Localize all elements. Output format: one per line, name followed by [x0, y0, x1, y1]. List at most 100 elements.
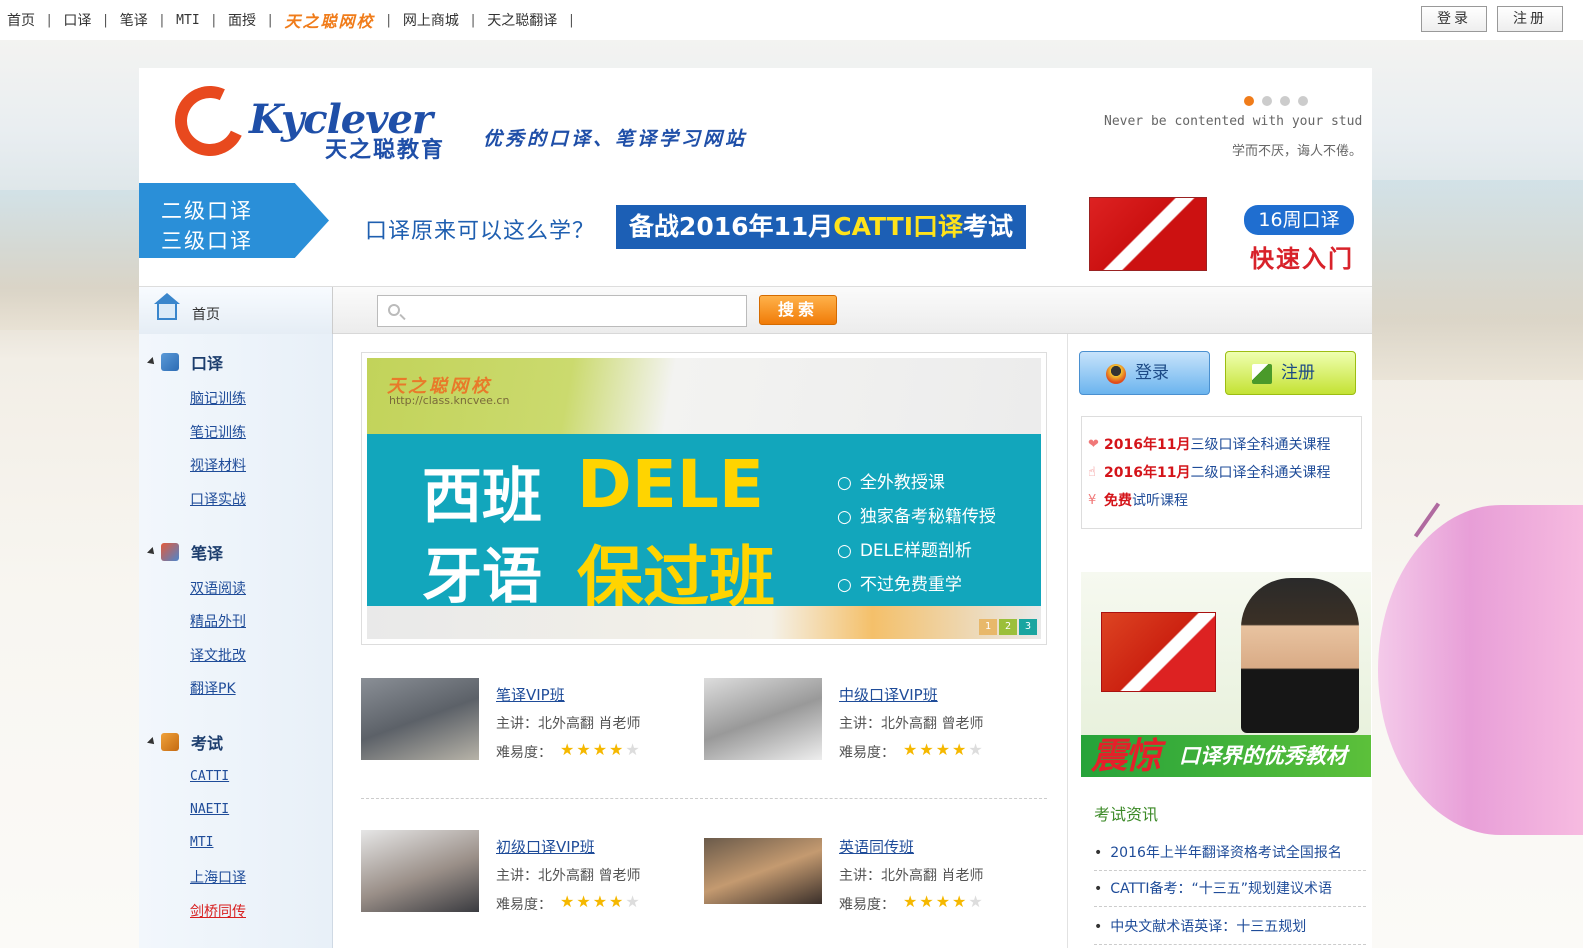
- sidebar-category-translation[interactable]: 笔译: [147, 540, 223, 564]
- slide-point: 独家备考秘籍传授: [837, 502, 996, 527]
- star-icon: ★: [592, 740, 610, 759]
- course-card: 中级口译VIP班 主讲：北外高翻 曾老师 难易度： ★★★★★: [704, 678, 1034, 768]
- course-title[interactable]: 笔译VIP班: [496, 684, 565, 705]
- sidebar-item[interactable]: MTI: [190, 835, 213, 850]
- promo-link[interactable]: ¥ 免费试听课程: [1088, 487, 1361, 515]
- star-icon: ★: [952, 740, 969, 759]
- topnav-home[interactable]: 首页: [7, 10, 35, 30]
- promo-link[interactable]: ❤ 2016年11月三级口译全科通关课程: [1088, 431, 1361, 459]
- topnav-mti[interactable]: MTI: [176, 13, 199, 28]
- difficulty-stars: ★★★★★: [560, 892, 642, 911]
- qq-icon: [1106, 364, 1126, 384]
- topnav-translation-service[interactable]: 天之聪翻译: [487, 10, 557, 30]
- course-thumbnail[interactable]: [361, 830, 479, 912]
- search-input[interactable]: [377, 295, 747, 327]
- carousel-dot[interactable]: [1262, 96, 1272, 106]
- star-empty-icon: ★: [625, 740, 642, 759]
- sidebar-item[interactable]: 译文批改: [190, 645, 246, 665]
- slide-title-spanish-2: 牙语: [422, 542, 542, 612]
- expand-triangle-icon: [147, 547, 157, 557]
- slider-page-button[interactable]: 1: [979, 619, 997, 635]
- separator: |: [569, 12, 574, 28]
- top-login-button[interactable]: 登录: [1421, 6, 1487, 32]
- star-icon: ★: [576, 740, 593, 759]
- sidebar-item[interactable]: 剑桥同传: [190, 901, 246, 921]
- course-difficulty-label: 难易度：: [839, 897, 895, 913]
- topnav-translation[interactable]: 笔译: [120, 10, 148, 30]
- sidebar-item[interactable]: 口译实战: [190, 489, 246, 509]
- ad-teacher-photo: [1241, 578, 1359, 733]
- sidebar-item[interactable]: 上海口译: [190, 867, 246, 887]
- news-item[interactable]: CATTI备考：“十三五”规划建议术语: [1094, 870, 1366, 907]
- slider-page-button[interactable]: 3: [1019, 619, 1037, 635]
- star-icon: ★: [609, 740, 626, 759]
- carousel-dot[interactable]: [1244, 96, 1254, 106]
- expand-triangle-icon: [147, 737, 157, 747]
- star-icon: ★: [919, 740, 936, 759]
- news-item[interactable]: 中央文献术语英译：十三五规划: [1094, 908, 1366, 945]
- sidebar-item[interactable]: 笔记训练: [190, 422, 246, 442]
- course-difficulty-label: 难易度：: [839, 745, 895, 761]
- quote-english: Never be contented with your stud: [1104, 114, 1363, 129]
- sidebar-item[interactable]: 脑记训练: [190, 388, 246, 408]
- slide-title-dele: DELE: [577, 446, 765, 523]
- sidebar-item[interactable]: CATTI: [190, 769, 229, 784]
- topnav-interpretation[interactable]: 口译: [63, 10, 91, 30]
- topnav-online-school[interactable]: 天之聪网校: [284, 8, 374, 32]
- sidebar-item[interactable]: 视译材料: [190, 455, 246, 475]
- home-label: 首页: [192, 307, 220, 323]
- banner-catti: 备战2016年11月CATTI口译考试: [616, 205, 1026, 249]
- carousel-dot[interactable]: [1280, 96, 1290, 106]
- star-empty-icon: ★: [968, 740, 985, 759]
- promo-link[interactable]: ☝ 2016年11月二级口译全科通关课程: [1088, 459, 1361, 487]
- sidebar-item[interactable]: 精品外刊: [190, 611, 246, 631]
- separator: |: [470, 12, 476, 28]
- top-register-button[interactable]: 注册: [1497, 6, 1563, 32]
- sidebar-item[interactable]: 翻译PK: [190, 678, 236, 698]
- course-title[interactable]: 英语同传班: [839, 836, 914, 857]
- slide-dele[interactable]: 天之聪网校 http://class.kncvee.cn 西班 牙语 DELE …: [367, 358, 1041, 639]
- slide-title-spanish-1: 西班: [422, 462, 542, 532]
- separator: |: [386, 12, 391, 28]
- heart-icon: ❤: [1088, 437, 1099, 452]
- course-title[interactable]: 初级口译VIP班: [496, 836, 595, 857]
- textbook-ad[interactable]: 口译界的优秀教材 震惊: [1081, 572, 1371, 777]
- main-content: 口译 脑记训练 笔记训练 视译材料 口译实战 笔译 双语阅读 精品外刊 译文批改…: [139, 334, 1372, 948]
- register-button-label: 注册: [1281, 363, 1315, 383]
- topnav-shop[interactable]: 网上商城: [403, 10, 459, 30]
- expand-triangle-icon: [147, 357, 157, 367]
- slide-points: 全外教授课 独家备考秘籍传授 DELE样题剖析 不过免费重学: [837, 468, 996, 604]
- news-item[interactable]: 2016年上半年翻译资格考试全国报名: [1094, 834, 1366, 871]
- register-button[interactable]: 注册: [1225, 351, 1356, 395]
- promo-banner[interactable]: 二级口译 三级口译 口译原来可以这么学？ 备战2016年11月CATTI口译考试…: [139, 183, 1372, 273]
- course-teacher: 主讲：北外高翻 肖老师: [496, 716, 641, 732]
- course-card: 初级口译VIP班 主讲：北外高翻 曾老师 难易度： ★★★★★: [361, 830, 691, 920]
- banner-level-arrow: 二级口译 三级口译: [139, 183, 329, 258]
- banner-catti-prefix: 备战2016年11月: [628, 212, 834, 241]
- course-divider: [361, 798, 1047, 799]
- slogan: 优秀的口译、笔译学习网站: [483, 128, 748, 150]
- login-button[interactable]: 登录: [1079, 351, 1210, 395]
- carousel-dot[interactable]: [1298, 96, 1308, 106]
- course-title[interactable]: 中级口译VIP班: [839, 684, 938, 705]
- background-beach-left: [0, 190, 150, 330]
- image-slider[interactable]: 天之聪网校 http://class.kncvee.cn 西班 牙语 DELE …: [361, 352, 1047, 645]
- sidebar-category-interpretation[interactable]: 口译: [147, 350, 223, 374]
- slide-point: 全外教授课: [837, 468, 996, 493]
- sidebar-category-exam[interactable]: 考试: [147, 730, 223, 754]
- course-teacher: 主讲：北外高翻 肖老师: [839, 868, 984, 884]
- logo-icon[interactable]: [165, 76, 255, 166]
- course-thumbnail[interactable]: [704, 678, 822, 760]
- topnav-classroom[interactable]: 面授: [228, 10, 256, 30]
- promo-highlight: 2016年11月: [1104, 465, 1191, 481]
- search-button[interactable]: 搜索: [759, 295, 837, 325]
- star-icon: ★: [935, 740, 953, 759]
- weeks-badge: 16周口译: [1244, 205, 1354, 235]
- home-link[interactable]: 首页: [139, 287, 333, 334]
- course-thumbnail[interactable]: [704, 838, 822, 904]
- sidebar-item[interactable]: 双语阅读: [190, 578, 246, 598]
- course-thumbnail[interactable]: [361, 678, 479, 760]
- slider-page-button[interactable]: 2: [999, 619, 1017, 635]
- promo-box: ❤ 2016年11月三级口译全科通关课程 ☝ 2016年11月二级口译全科通关课程 …: [1081, 416, 1362, 529]
- sidebar-item[interactable]: NAETI: [190, 802, 229, 817]
